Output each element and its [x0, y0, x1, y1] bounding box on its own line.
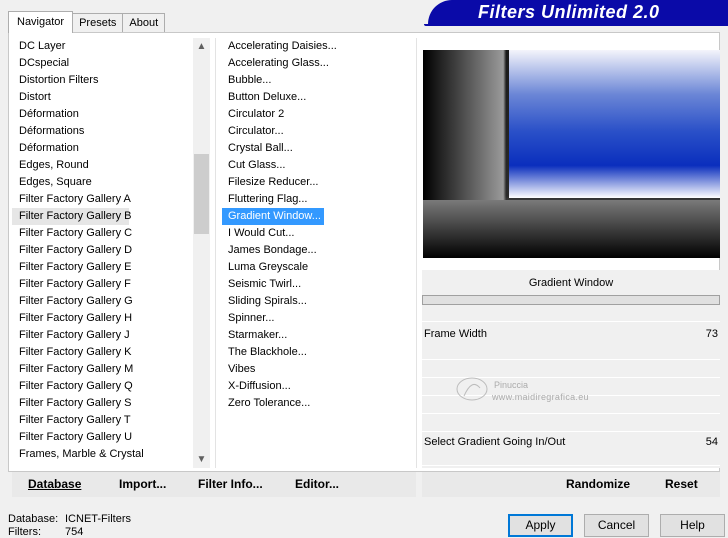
filter-item[interactable]: Zero Tolerance... [222, 395, 412, 412]
frame-width-slider[interactable]: Frame Width 73 [422, 326, 720, 343]
category-item[interactable]: Frames, Ornate & Cryst... [12, 463, 194, 466]
frame-width-label: Frame Width [424, 328, 487, 340]
filter-item[interactable]: The Blackhole... [222, 344, 412, 361]
filters-count-value: 754 [65, 526, 84, 538]
tab-about[interactable]: About [122, 13, 166, 33]
category-item[interactable]: Edges, Round [12, 157, 194, 174]
category-item[interactable]: Filter Factory Gallery J [12, 327, 194, 344]
parameter-slot [422, 306, 720, 322]
parameter-progress-bar [422, 295, 720, 305]
filter-item[interactable]: Crystal Ball... [222, 140, 412, 157]
tab-navigator[interactable]: Navigator [8, 11, 74, 33]
cancel-button[interactable]: Cancel [584, 514, 649, 537]
editor-button[interactable]: Editor... [295, 472, 339, 497]
frame-width-value: 73 [705, 328, 718, 340]
database-status-value: ICNET-Filters [65, 513, 131, 525]
scrollbar-thumb[interactable] [194, 154, 209, 234]
filters-count-label: Filters: [8, 526, 41, 538]
category-item[interactable]: DC Layer [12, 38, 194, 55]
category-item[interactable]: Déformation [12, 140, 194, 157]
category-item[interactable]: Déformation [12, 106, 194, 123]
filter-item[interactable]: X-Diffusion... [222, 378, 412, 395]
app-title: Filters Unlimited 2.0 [478, 2, 660, 22]
category-list[interactable]: DC Layer DCspecial Distortion Filters Disto… [12, 38, 194, 466]
watermark: Pinuccia www.maidiregrafica.eu [452, 372, 622, 412]
list-divider [215, 38, 216, 468]
category-item[interactable]: Filter Factory Gallery F [12, 276, 194, 293]
filter-list[interactable]: Accelerating Daisies... Accelerating Glas… [222, 38, 412, 466]
database-button[interactable]: Database [28, 472, 81, 497]
filter-preview [423, 50, 720, 258]
category-item[interactable]: Filter Factory Gallery U [12, 429, 194, 446]
scroll-down-icon[interactable]: ▼ [193, 451, 210, 468]
parameter-action-bar: Randomize Reset [422, 472, 720, 497]
list-divider [416, 38, 417, 468]
watermark-logo-icon [456, 377, 488, 401]
tab-bar: Navigator Presets About [8, 11, 166, 33]
gradient-direction-label: Select Gradient Going In/Out [424, 436, 566, 448]
watermark-site: www.maidiregrafica.eu [492, 392, 589, 402]
gradient-direction-slider[interactable]: Select Gradient Going In/Out 54 [422, 434, 720, 451]
category-item[interactable]: Filter Factory Gallery T [12, 412, 194, 429]
filter-info-button[interactable]: Filter Info... [198, 472, 263, 497]
category-scrollbar[interactable]: ▲ ▼ [193, 38, 210, 468]
parameter-slot [422, 450, 720, 466]
list-action-bar: Database Import... Filter Info... Editor… [12, 472, 416, 497]
filter-item[interactable]: Vibes [222, 361, 412, 378]
preview-image [509, 50, 720, 198]
filter-item[interactable]: Seismic Twirl... [222, 276, 412, 293]
filter-item[interactable]: Accelerating Glass... [222, 55, 412, 72]
apply-button[interactable]: Apply [508, 514, 573, 537]
reset-button[interactable]: Reset [665, 472, 698, 497]
randomize-button[interactable]: Randomize [566, 472, 630, 497]
filter-name-label: Gradient Window [422, 270, 720, 296]
category-item[interactable]: Filter Factory Gallery G [12, 293, 194, 310]
category-item[interactable]: Filter Factory Gallery D [12, 242, 194, 259]
tab-presets[interactable]: Presets [72, 13, 124, 33]
filter-item[interactable]: Circulator 2 [222, 106, 412, 123]
category-item[interactable]: Filter Factory Gallery H [12, 310, 194, 327]
category-item[interactable]: Filter Factory Gallery Q [12, 378, 194, 395]
category-item[interactable]: DCspecial [12, 55, 194, 72]
filter-item[interactable]: Spinner... [222, 310, 412, 327]
category-item[interactable]: Filter Factory Gallery E [12, 259, 194, 276]
scroll-up-icon[interactable]: ▲ [193, 38, 210, 55]
filter-item[interactable]: Bubble... [222, 72, 412, 89]
category-item[interactable]: Distortion Filters [12, 72, 194, 89]
filter-item[interactable]: Filesize Reducer... [222, 174, 412, 191]
filter-item[interactable]: Cut Glass... [222, 157, 412, 174]
filter-item[interactable]: Circulator... [222, 123, 412, 140]
status-area: Database: ICNET-Filters Filters: 754 [8, 513, 131, 538]
gradient-direction-value: 54 [705, 436, 718, 448]
category-item[interactable]: Filter Factory Gallery K [12, 344, 194, 361]
category-item[interactable]: Filter Factory Gallery M [12, 361, 194, 378]
parameter-panel: Gradient Window Frame Width 73 Select Gr… [422, 270, 720, 468]
database-status-label: Database: [8, 513, 59, 525]
filter-item[interactable]: Gradient Window... [222, 208, 324, 225]
filter-item[interactable]: Luma Greyscale [222, 259, 412, 276]
import-button[interactable]: Import... [119, 472, 166, 497]
parameter-slot [422, 344, 720, 360]
filter-item[interactable]: Button Deluxe... [222, 89, 412, 106]
parameter-slot [422, 416, 720, 432]
filter-item[interactable]: Accelerating Daisies... [222, 38, 412, 55]
category-item[interactable]: Filter Factory Gallery B [12, 208, 131, 225]
category-item[interactable]: Filter Factory Gallery A [12, 191, 194, 208]
category-item[interactable]: Filter Factory Gallery C [12, 225, 194, 242]
help-button[interactable]: Help [660, 514, 725, 537]
category-item[interactable]: Distort [12, 89, 194, 106]
category-item[interactable]: Déformations [12, 123, 194, 140]
filter-item[interactable]: James Bondage... [222, 242, 412, 259]
category-item[interactable]: Edges, Square [12, 174, 194, 191]
filter-item[interactable]: I Would Cut... [222, 225, 412, 242]
app-title-banner: Filters Unlimited 2.0 [424, 0, 728, 26]
filter-item[interactable]: Sliding Spirals... [222, 293, 412, 310]
preview-frame-bottom [423, 200, 720, 258]
category-item[interactable]: Frames, Marble & Crystal [12, 446, 194, 463]
filter-item[interactable]: Starmaker... [222, 327, 412, 344]
watermark-name: Pinuccia [494, 380, 529, 390]
filter-item[interactable]: Fluttering Flag... [222, 191, 412, 208]
category-item[interactable]: Filter Factory Gallery S [12, 395, 194, 412]
